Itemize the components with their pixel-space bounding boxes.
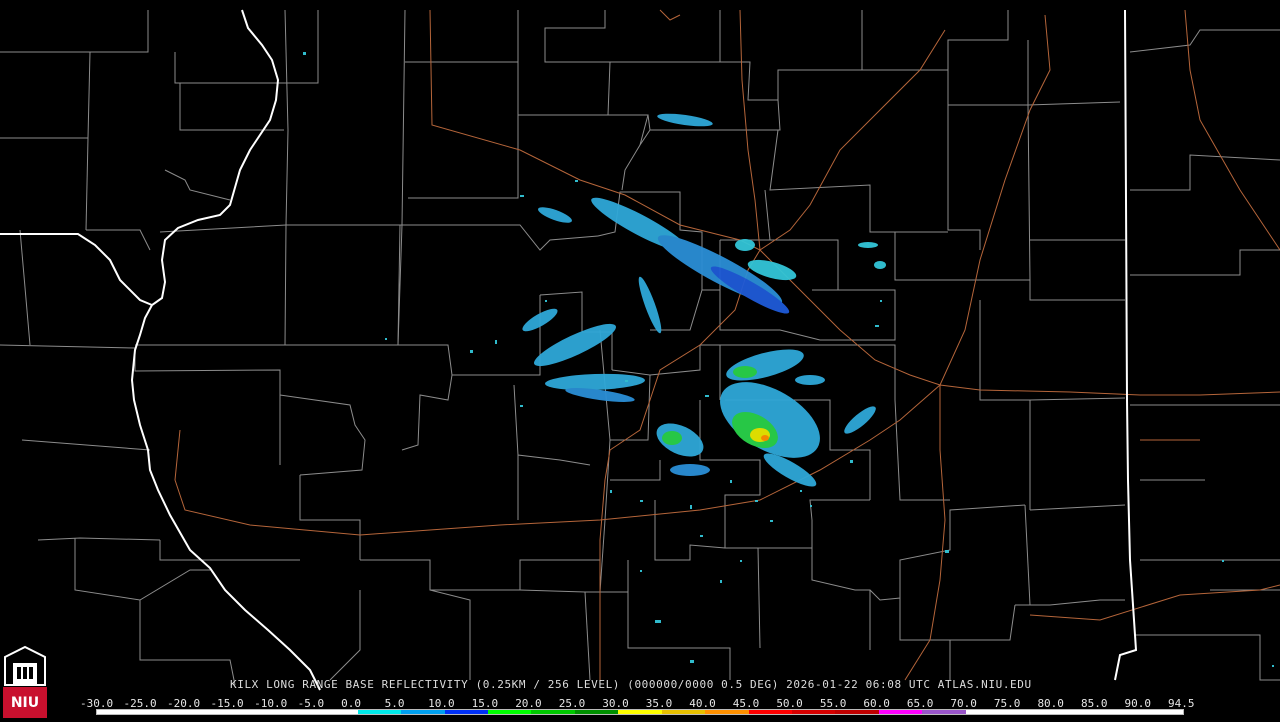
scale-swatch <box>401 710 445 714</box>
scale-swatch <box>1096 710 1140 714</box>
scale-swatch <box>878 710 923 714</box>
scale-swatch <box>705 710 749 714</box>
scale-swatch <box>661 710 706 714</box>
scale-swatch <box>574 710 619 714</box>
color-scale-labels: -30.0 -25.0 -20.0 -15.0 -10.0 -5.0 0.0 5.0 10.0 1… <box>80 697 1195 710</box>
scale-swatch <box>314 710 358 714</box>
scale-swatch <box>487 710 532 714</box>
scale-swatch <box>357 710 402 714</box>
product-caption: KILX LONG RANGE BASE REFLECTIVITY (0.25K… <box>230 678 1032 691</box>
niu-logo-text: NIU <box>10 695 40 711</box>
scale-swatch <box>183 710 228 714</box>
scale-swatch <box>792 710 836 714</box>
niu-logo: NIU <box>3 645 47 718</box>
scale-swatch <box>618 710 662 714</box>
radar-map <box>0 0 1280 720</box>
scale-swatch <box>922 710 966 714</box>
scale-swatch <box>97 710 141 714</box>
scale-swatch <box>270 710 315 714</box>
scale-swatch <box>1052 710 1097 714</box>
scale-swatch <box>965 710 1010 714</box>
scale-swatch <box>227 710 271 714</box>
scale-swatch <box>444 710 488 714</box>
scale-swatch <box>531 710 575 714</box>
scale-swatch <box>1009 710 1053 714</box>
scale-swatch <box>748 710 792 714</box>
color-scale-bar <box>96 709 1184 715</box>
scale-swatch <box>835 710 879 714</box>
scale-swatch <box>1139 710 1183 714</box>
scale-swatch <box>140 710 184 714</box>
